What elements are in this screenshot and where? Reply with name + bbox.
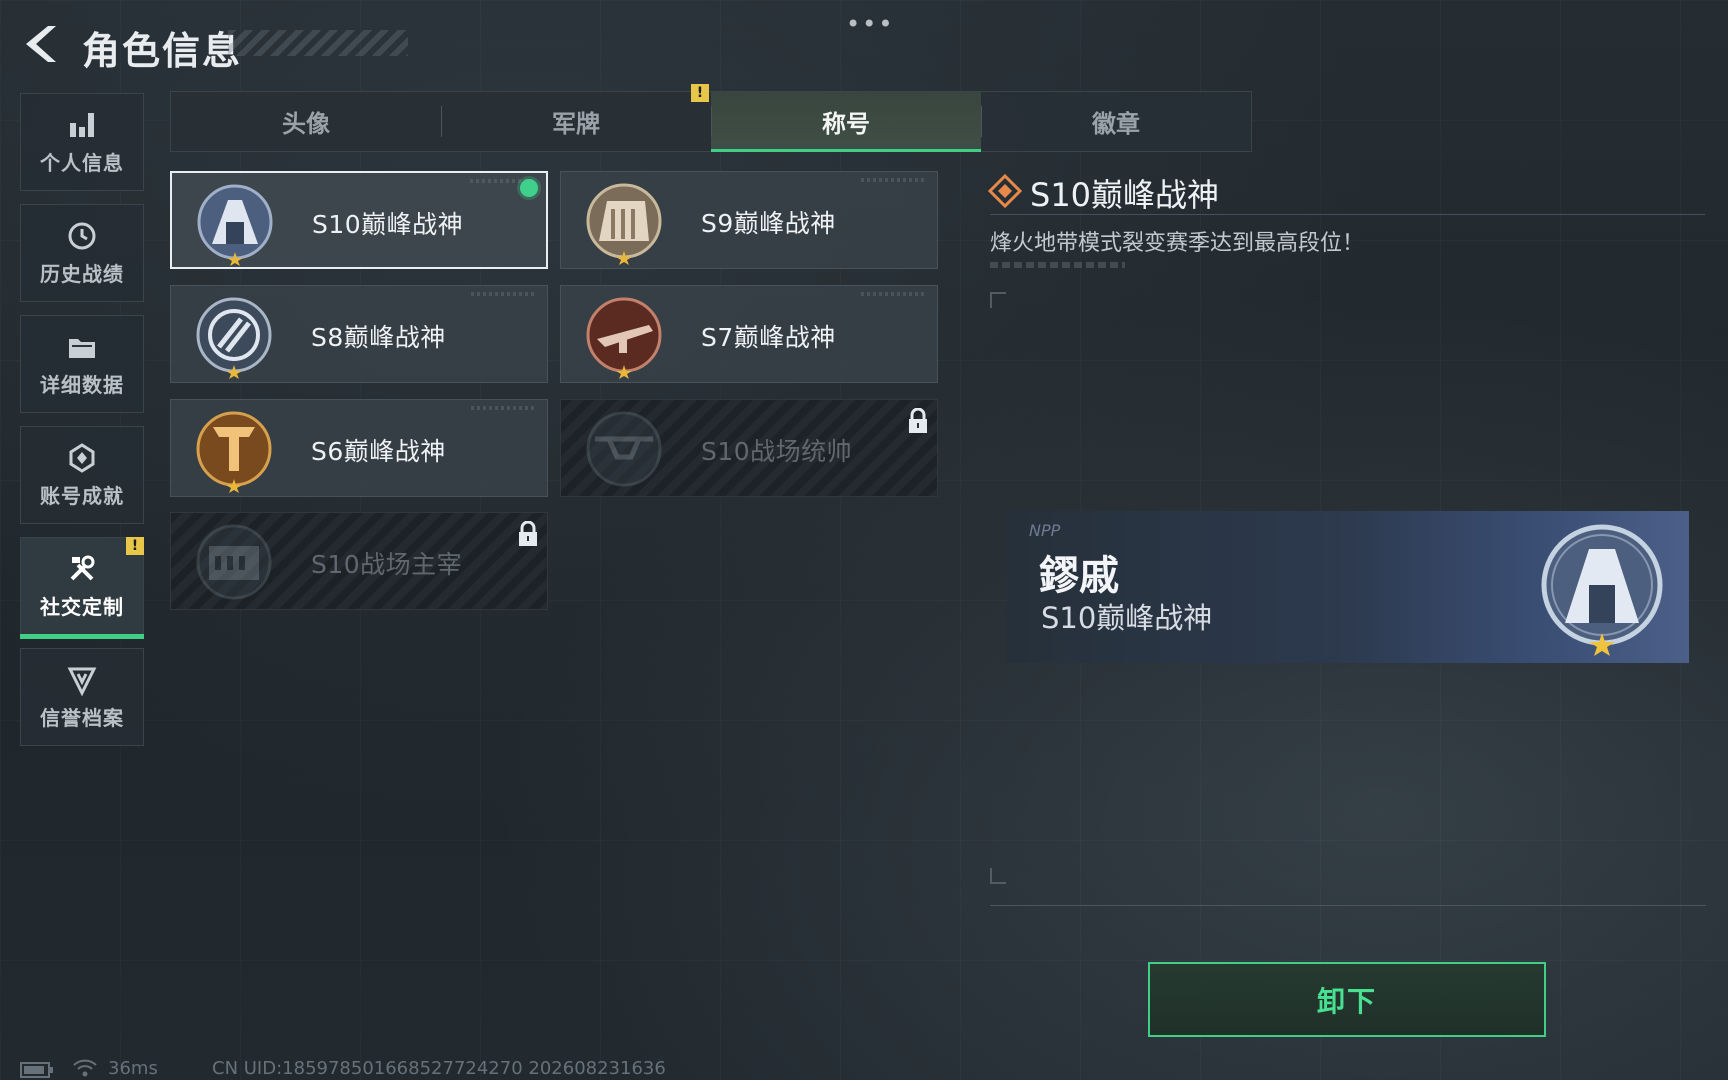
sidebar-item-label: 详细数据 (40, 372, 124, 397)
card-decoration (861, 292, 927, 296)
clock-icon (68, 222, 96, 249)
sidebar: 个人信息 历史战绩 详细数据 账号成就 ! 社交定制 信誉档案 (20, 93, 144, 759)
warning-badge: ! (126, 537, 144, 555)
sidebar-item-history[interactable]: 历史战绩 (20, 204, 144, 302)
banner-title: S10巅峰战神 (1041, 601, 1213, 635)
lock-icon (909, 408, 927, 433)
sidebar-item-label: 账号成就 (40, 483, 124, 508)
back-button[interactable] (20, 22, 60, 66)
equipped-indicator (520, 179, 538, 197)
detail-description: 烽火地带模式裂变赛季达到最高段位！ (990, 231, 1365, 256)
title-card-locked[interactable]: S10战场主宰 (170, 512, 548, 610)
tab-avatar[interactable]: 头像 (171, 92, 441, 151)
tab-dog-tag[interactable]: 军牌 ! (441, 84, 711, 151)
title-card[interactable]: S7巅峰战神 (560, 285, 938, 383)
panel-divider (990, 905, 1706, 906)
title-name: S10战场统帅 (701, 437, 853, 466)
uid-text: CN UID:18597850166852772427​0 2026082316… (212, 1058, 666, 1079)
sidebar-item-label: 个人信息 (40, 150, 124, 175)
sidebar-item-label: 信誉档案 (40, 705, 124, 730)
wifi-icon (73, 1059, 97, 1077)
title-card[interactable]: S8巅峰战神 (170, 285, 548, 383)
detail-decoration (990, 262, 1125, 268)
title-card[interactable]: S9巅峰战神 (560, 171, 938, 269)
banner-tag: NPP (1029, 521, 1061, 540)
folder-icon (69, 338, 95, 358)
title-name: S10战场主宰 (311, 550, 463, 579)
tab-bar: 头像 军牌 ! 称号 徽章 (170, 84, 1252, 152)
title-name: S9巅峰战神 (701, 209, 836, 238)
title-decoration (228, 30, 408, 56)
lock-icon (519, 521, 537, 546)
sidebar-item-details[interactable]: 详细数据 (20, 315, 144, 413)
tower-emblem-icon (1541, 524, 1663, 656)
tower-emblem-icon (197, 184, 273, 266)
title-card[interactable]: S6巅峰战神 (170, 399, 548, 497)
frame-corner (990, 868, 1006, 884)
detail-divider (990, 214, 1705, 215)
card-decoration (471, 292, 537, 296)
sidebar-item-label: 历史战绩 (40, 261, 124, 286)
card-decoration (471, 406, 537, 410)
shield-t-emblem-icon (196, 411, 272, 493)
title-card[interactable]: S10巅峰战神 (170, 171, 548, 269)
frame-corner (990, 292, 1006, 308)
page-title: 角色信息 (82, 29, 243, 73)
title-preview-banner: NPP 鏐戚 S10巅峰战神 (1007, 511, 1689, 663)
chevron-left-icon (26, 26, 56, 62)
title-name: S7巅峰战神 (701, 323, 836, 352)
ring-emblem-icon (196, 297, 272, 379)
sidebar-item-achievements[interactable]: 账号成就 (20, 426, 144, 524)
more-menu-icon[interactable]: ••• (846, 10, 894, 38)
rifle-emblem-icon (586, 297, 662, 379)
tab-label: 称号 (822, 110, 870, 138)
shield-icon (67, 667, 97, 696)
sidebar-item-profile[interactable]: 个人信息 (20, 93, 144, 191)
title-card-locked[interactable]: S10战场统帅 (560, 399, 938, 497)
warning-badge: ! (691, 84, 709, 102)
detail-title: S10巅峰战神 (1030, 176, 1220, 214)
title-diamond-icon (988, 174, 1022, 208)
title-name: S10巅峰战神 (312, 210, 464, 239)
sidebar-item-social[interactable]: ! 社交定制 (20, 537, 144, 639)
title-name: S6巅峰战神 (311, 437, 446, 466)
colosseum-emblem-icon (196, 524, 272, 600)
drone-emblem-icon (586, 411, 662, 487)
tab-label: 军牌 (552, 110, 600, 138)
tab-badge[interactable]: 徽章 (981, 92, 1251, 151)
medal-icon (69, 442, 95, 473)
tools-icon (70, 555, 95, 580)
tab-title[interactable]: 称号 (711, 92, 981, 152)
title-name: S8巅峰战神 (311, 323, 446, 352)
card-decoration (861, 178, 927, 182)
sidebar-item-label: 社交定制 (40, 594, 124, 619)
player-name: 鏐戚 (1039, 553, 1119, 599)
unequip-button[interactable]: 卸下 (1148, 962, 1546, 1037)
battery-icon (20, 1062, 53, 1078)
ping-value: 36ms (108, 1058, 158, 1079)
sidebar-item-reputation[interactable]: 信誉档案 (20, 648, 144, 746)
unequip-label: 卸下 (1316, 984, 1377, 1018)
tab-label: 头像 (282, 110, 330, 138)
dam-emblem-icon (586, 183, 662, 265)
tab-label: 徽章 (1092, 110, 1140, 138)
bar-chart-icon (70, 112, 94, 137)
